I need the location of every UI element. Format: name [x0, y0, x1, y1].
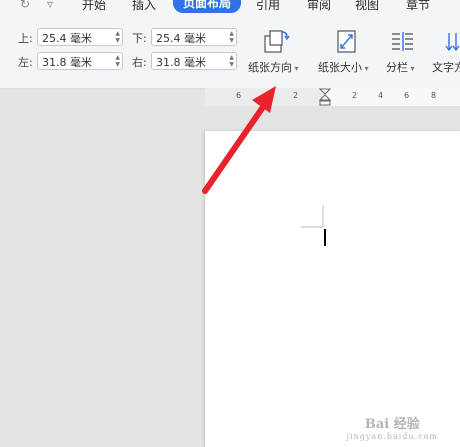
- annotation-arrow-icon: [202, 86, 276, 194]
